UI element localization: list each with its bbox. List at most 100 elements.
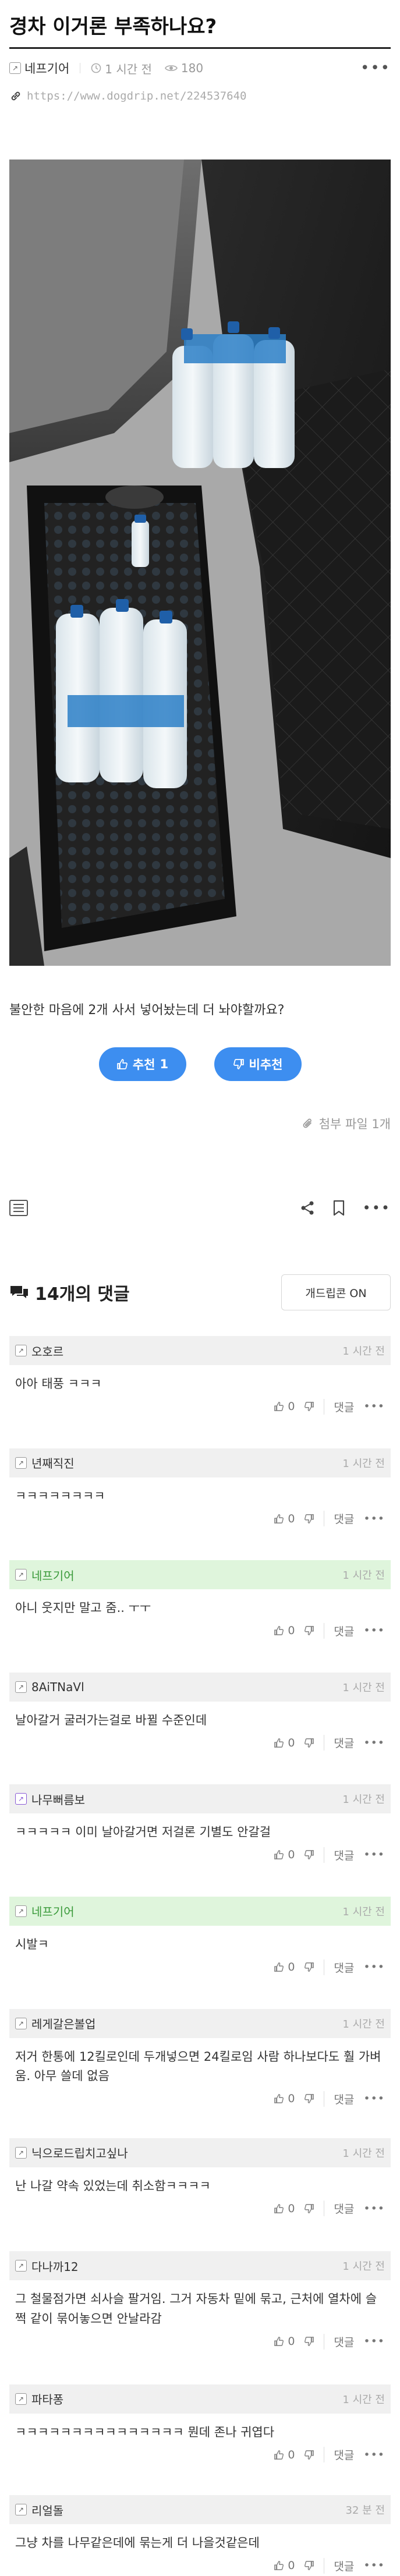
thumbs-down-icon: [305, 1962, 314, 1972]
comment-item: ↗ 다나까12 1 시간 전 그 철물점가면 쇠사슬 팔거임. 그거 자동차 밑…: [9, 2251, 391, 2359]
comment-text: 시발ㅋ: [15, 1937, 49, 1951]
user-level-icon: ↗: [15, 2504, 27, 2516]
comment-item: ↗ 8AiTNaVl 1 시간 전 날아갈거 굴러가는걸로 바뀔 수준인데 0 …: [9, 1672, 391, 1762]
comment-reply-button[interactable]: 댓글: [324, 1735, 354, 1751]
comment-dislike-button[interactable]: [304, 1849, 314, 1860]
comment-like-button[interactable]: 0: [274, 2335, 295, 2348]
comment-actions: 0 댓글 •••: [9, 1842, 391, 1873]
more-options-icon[interactable]: •••: [363, 1200, 391, 1216]
comment-more-icon[interactable]: •••: [363, 1961, 385, 1973]
comment-dislike-button[interactable]: [304, 2450, 314, 2460]
comment-header: ↗ 네프기어 1 시간 전: [9, 1560, 391, 1590]
comment-reply-button[interactable]: 댓글: [324, 2557, 354, 2574]
comment-author[interactable]: 레게갈은볼업: [31, 2015, 95, 2032]
downvote-button[interactable]: 비추천: [214, 1047, 302, 1081]
comment-more-icon[interactable]: •••: [363, 1624, 385, 1637]
thumbs-up-icon: [274, 2203, 284, 2213]
comment-more-icon[interactable]: •••: [363, 2335, 385, 2348]
post-time: 1 시간 전: [91, 60, 152, 77]
comment-item: ↗ 닉으로드립치고싶나 1 시간 전 난 나갈 약속 있었는데 취소함ㅋㅋㅋㅋ …: [9, 2138, 391, 2227]
comment-reply-button[interactable]: 댓글: [324, 1622, 354, 1639]
comment-reply-button[interactable]: 댓글: [324, 1511, 354, 1527]
comment-dislike-button[interactable]: [304, 1962, 314, 1972]
comment-dislike-button[interactable]: [304, 1738, 314, 1748]
comment-like-button[interactable]: 0: [274, 1848, 295, 1861]
post-toolbar: •••: [0, 1132, 400, 1216]
user-level-icon: ↗: [15, 1345, 27, 1356]
comment-more-icon[interactable]: •••: [363, 1512, 385, 1525]
comment-like-button[interactable]: 0: [274, 1624, 295, 1637]
comment-author[interactable]: 년째직진: [31, 1454, 75, 1471]
comment-author[interactable]: 다나까12: [31, 2258, 79, 2274]
thumbs-up-icon: [274, 2337, 284, 2346]
comment-like-count: 0: [288, 2448, 295, 2461]
comment-author[interactable]: 네프기어: [31, 1567, 75, 1583]
upvote-button[interactable]: 추천 1: [98, 1047, 186, 1081]
comment-author[interactable]: 오호르: [31, 1342, 63, 1359]
comment-time: 1 시간 전: [342, 2393, 385, 2406]
author[interactable]: ↗ 네프기어: [9, 59, 69, 77]
comment-author[interactable]: 8AiTNaVl: [31, 1680, 84, 1694]
comments-count: 14개의 댓글: [35, 1284, 130, 1305]
thumbs-down-icon: [233, 1059, 244, 1069]
comment-reply-button[interactable]: 댓글: [324, 2201, 354, 2217]
gadget-toggle-button[interactable]: 개드립콘 ON: [281, 1274, 391, 1310]
comment-author[interactable]: 파타퐁: [31, 2390, 63, 2407]
comment-time: 1 시간 전: [342, 2018, 385, 2031]
share-icon[interactable]: [300, 1200, 315, 1216]
attachment-row[interactable]: 첨부 파일 1개: [0, 1081, 400, 1132]
eye-icon: [165, 65, 178, 71]
comment-dislike-button[interactable]: [304, 2336, 314, 2347]
thumbs-down-icon: [305, 2203, 314, 2213]
post-body: 불안한 마음에 2개 사서 넣어놨는데 더 놔야할까요?: [9, 1003, 285, 1018]
comment-reply-button[interactable]: 댓글: [324, 2333, 354, 2350]
comments-header: 14개의 댓글 개드립콘 ON: [0, 1216, 400, 1310]
comment-header: ↗ 리얼돌 32 분 전: [9, 2495, 391, 2525]
comment-like-button[interactable]: 0: [274, 2202, 295, 2215]
comment-more-icon[interactable]: •••: [363, 2202, 385, 2215]
thumbs-down-icon: [305, 1850, 314, 1860]
comment-more-icon[interactable]: •••: [363, 2092, 385, 2105]
post-views: 180: [165, 61, 203, 75]
more-icon[interactable]: •••: [360, 59, 391, 77]
comment-reply-button[interactable]: 댓글: [324, 1959, 354, 1975]
comment-reply-button[interactable]: 댓글: [324, 1398, 354, 1415]
comment-more-icon[interactable]: •••: [363, 2449, 385, 2461]
comment-dislike-button[interactable]: [304, 1514, 314, 1524]
thumbs-down-icon: [305, 2337, 314, 2346]
comment-author[interactable]: 나무뻐름보: [31, 1791, 85, 1808]
comment-item: ↗ 리얼돌 32 분 전 그냥 차를 나무같은데에 묶는게 더 나을것같은데 0…: [9, 2495, 391, 2576]
comment-text: 아아 태풍 ㅋㅋㅋ: [15, 1377, 102, 1391]
comment-more-icon[interactable]: •••: [363, 1848, 385, 1861]
comment-time: 1 시간 전: [342, 1569, 385, 1582]
comment-like-button[interactable]: 0: [274, 1737, 295, 1749]
list-icon[interactable]: [9, 1200, 28, 1216]
comment-reply-button[interactable]: 댓글: [324, 2447, 354, 2463]
comment-more-icon[interactable]: •••: [363, 2559, 385, 2572]
comment-reply-button[interactable]: 댓글: [324, 1847, 354, 1863]
comment-dislike-button[interactable]: [304, 2560, 314, 2571]
bookmark-icon[interactable]: [332, 1200, 345, 1216]
comment-like-button[interactable]: 0: [274, 2449, 295, 2461]
link-icon: [11, 91, 20, 101]
thumbs-down-icon: [305, 2450, 314, 2460]
comment-more-icon[interactable]: •••: [363, 1737, 385, 1749]
comment-like-button[interactable]: 0: [274, 2092, 295, 2105]
comment-like-button[interactable]: 0: [274, 1400, 295, 1413]
comment-time: 1 시간 전: [342, 1681, 385, 1694]
comment-author[interactable]: 닉으로드립치고싶나: [31, 2144, 128, 2161]
post-url[interactable]: https://www.dogdrip.net/224537640: [27, 90, 247, 102]
comment-dislike-button[interactable]: [304, 1625, 314, 1636]
comment-like-button[interactable]: 0: [274, 1512, 295, 1525]
comment-dislike-button[interactable]: [304, 2203, 314, 2214]
comment-author[interactable]: 리얼돌: [31, 2501, 63, 2518]
comment-dislike-button[interactable]: [304, 1401, 314, 1412]
comment-author[interactable]: 네프기어: [31, 1902, 75, 1919]
comment-dislike-button[interactable]: [304, 2093, 314, 2104]
comment-like-button[interactable]: 0: [274, 1961, 295, 1973]
comment-more-icon[interactable]: •••: [363, 1400, 385, 1413]
comment-header: ↗ 년째직진 1 시간 전: [9, 1448, 391, 1477]
comment-reply-button[interactable]: 댓글: [324, 2090, 354, 2107]
comment-like-button[interactable]: 0: [274, 2559, 295, 2572]
comment-time: 1 시간 전: [342, 1345, 385, 1358]
